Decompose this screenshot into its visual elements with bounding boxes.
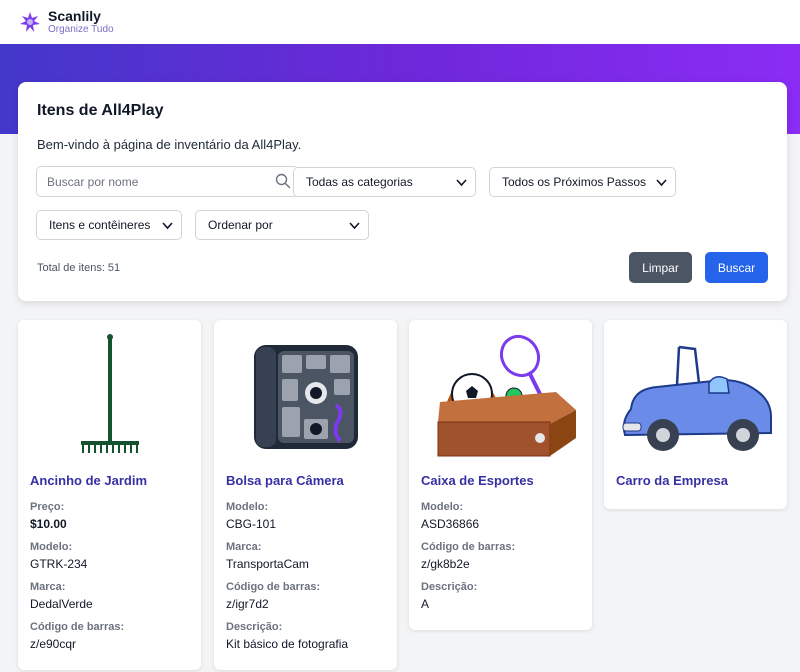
item-type-select-value: Itens e contêineres — [49, 218, 151, 232]
filter-panel: Itens de All4Play Bem-vindo à página de … — [18, 82, 787, 301]
rake-icon — [80, 334, 139, 453]
search-box — [36, 166, 299, 197]
clear-button[interactable]: Limpar — [629, 252, 692, 283]
search-button[interactable]: Buscar — [705, 252, 768, 283]
field-label: Código de barras: — [30, 621, 125, 633]
brand-name: Scanlily — [48, 7, 101, 24]
item-image[interactable] — [409, 328, 592, 464]
item-card-rake[interactable]: Ancinho de Jardim Preço: $10.00 Modelo: … — [18, 320, 201, 670]
search-icon[interactable] — [275, 173, 291, 189]
sort-select-value: Ordenar por — [208, 218, 273, 232]
scanlily-logo-icon[interactable] — [20, 12, 40, 32]
item-image[interactable] — [18, 328, 201, 464]
car-icon — [622, 345, 772, 451]
category-select-value: Todas as categorias — [306, 175, 413, 189]
field-label: Preço: — [30, 501, 65, 513]
chevron-down-icon — [162, 222, 173, 230]
field-value: GTRK-234 — [30, 557, 88, 571]
next-steps-select-value: Todos os Próximos Passos — [502, 175, 647, 189]
field-value: TransportaCam — [226, 557, 309, 571]
chevron-down-icon — [656, 179, 667, 187]
item-image[interactable] — [214, 328, 397, 464]
item-title[interactable]: Bolsa para Câmera — [226, 473, 344, 488]
item-title[interactable]: Caixa de Esportes — [421, 473, 534, 488]
item-image[interactable] — [604, 328, 787, 464]
search-input[interactable] — [37, 167, 257, 196]
field-value: z/e90cqr — [30, 637, 77, 651]
item-card-company-car[interactable]: Carro da Empresa — [604, 320, 787, 509]
field-label: Código de barras: — [226, 581, 321, 593]
sports-box-icon — [437, 334, 576, 457]
field-label: Descrição: — [226, 621, 283, 633]
brand-tagline: Organize Tudo — [48, 24, 114, 36]
camera-bag-icon — [253, 345, 358, 449]
field-value: CBG-101 — [226, 517, 277, 531]
field-label: Código de barras: — [421, 541, 516, 553]
field-label: Marca: — [30, 581, 66, 593]
sort-select[interactable]: Ordenar por — [195, 210, 369, 240]
category-select[interactable]: Todas as categorias — [293, 167, 476, 197]
item-title[interactable]: Carro da Empresa — [616, 473, 728, 488]
chevron-down-icon — [349, 222, 360, 230]
next-steps-select[interactable]: Todos os Próximos Passos — [489, 167, 676, 197]
page-title: Itens de All4Play — [37, 102, 164, 119]
field-label: Modelo: — [421, 501, 464, 513]
field-label: Modelo: — [30, 541, 73, 553]
field-value: z/igr7d2 — [226, 597, 269, 611]
field-value: DedalVerde — [30, 597, 93, 611]
field-label: Descrição: — [421, 581, 478, 593]
item-type-select[interactable]: Itens e contêineres — [36, 210, 182, 240]
item-card-sports-box[interactable]: Caixa de Esportes Modelo: ASD36866 Códig… — [409, 320, 592, 630]
item-card-camera-bag[interactable]: Bolsa para Câmera Modelo: CBG-101 Marca:… — [214, 320, 397, 670]
top-bar: Scanlily Organize Tudo — [0, 0, 800, 44]
field-value: ASD36866 — [421, 517, 480, 531]
field-label: Modelo: — [226, 501, 269, 513]
field-value: Kit básico de fotografia — [226, 637, 349, 651]
field-label: Marca: — [226, 541, 262, 553]
item-title[interactable]: Ancinho de Jardim — [30, 473, 147, 488]
total-items: Total de itens: 51 — [37, 262, 121, 274]
field-value: A — [421, 597, 430, 611]
page-description: Bem-vindo à página de inventário da All4… — [37, 137, 302, 152]
brand: Scanlily Organize Tudo — [48, 7, 114, 36]
field-value: $10.00 — [30, 517, 67, 531]
chevron-down-icon — [456, 179, 467, 187]
field-value: z/gk8b2e — [421, 557, 470, 571]
